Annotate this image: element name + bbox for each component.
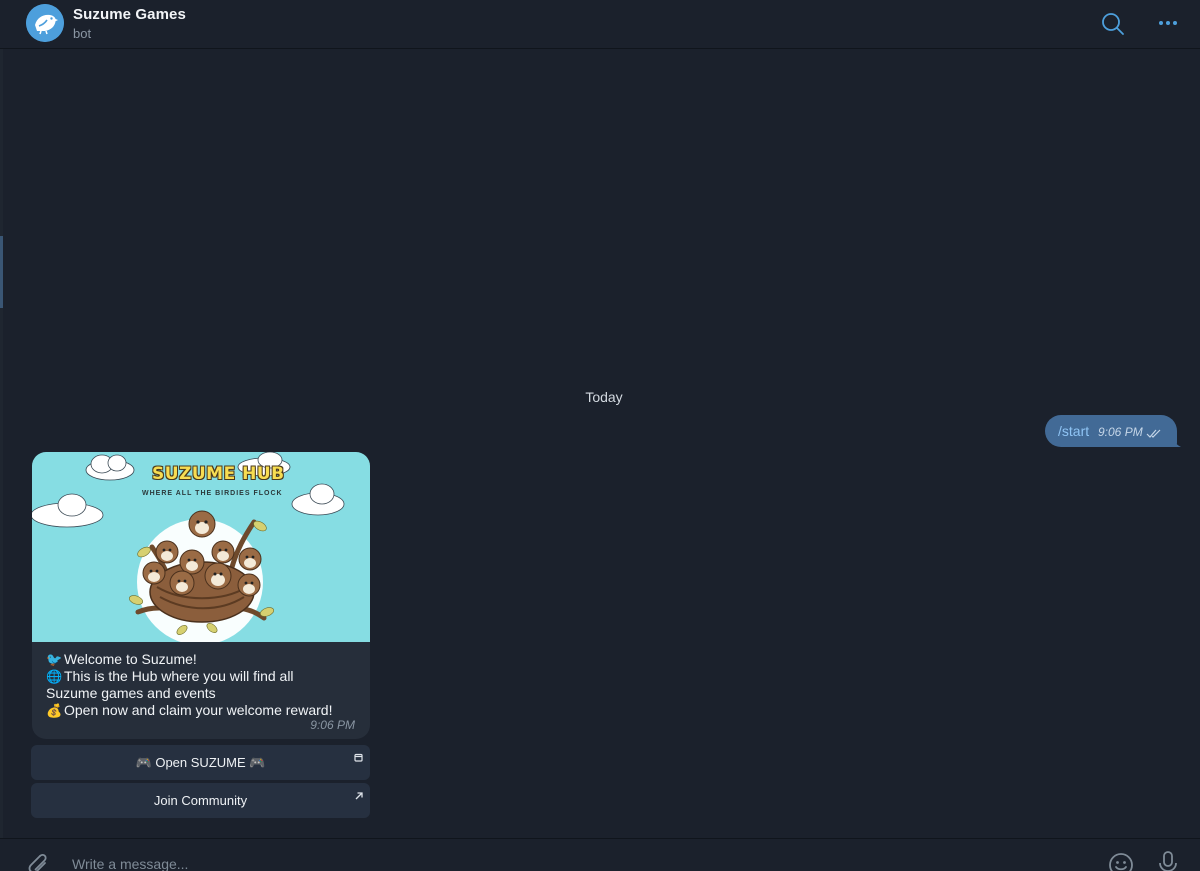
chat-header: Suzume Games bot [0, 0, 1200, 49]
money-bag-emoji-icon: 💰 [46, 703, 63, 718]
scroll-indicator[interactable] [0, 236, 3, 308]
web-app-icon [354, 750, 364, 768]
chat-title[interactable]: Suzume Games [73, 6, 186, 23]
banner-title: SUZUME HUB [152, 464, 285, 484]
message-time: 9:06 PM [310, 718, 355, 732]
button-label: 🎮 Open SUZUME 🎮 [135, 755, 266, 770]
bird-logo-icon[interactable] [26, 4, 64, 42]
globe-emoji-icon: 🌐 [46, 669, 63, 684]
open-suzume-button[interactable]: 🎮 Open SUZUME 🎮 [31, 745, 370, 780]
paperclip-icon[interactable] [22, 849, 50, 871]
welcome-banner-image[interactable]: SUZUME HUB WHERE ALL THE BIRDIES FLOCK [32, 452, 370, 645]
chat-subtitle: bot [73, 26, 92, 41]
left-edge-strip [0, 0, 3, 871]
message-line: 🌐 This is the Hub where you will find all [46, 668, 294, 684]
message-line: 🐦 Welcome to Suzume! [46, 651, 197, 667]
smiley-icon[interactable] [1107, 851, 1135, 871]
join-community-button[interactable]: Join Community [31, 783, 370, 818]
message-input[interactable] [72, 853, 1052, 871]
more-dots-icon[interactable] [1153, 9, 1183, 39]
banner-subtitle: WHERE ALL THE BIRDIES FLOCK [142, 490, 283, 497]
message-line: Suzume games and events [46, 685, 216, 701]
double-check-icon [1146, 426, 1162, 444]
microphone-icon[interactable] [1156, 850, 1180, 871]
message-composer [0, 838, 1200, 871]
bird-emoji-icon: 🐦 [46, 652, 63, 667]
message-text: 🐦 Welcome to Suzume! 🌐 This is the Hub whe… [46, 651, 366, 719]
external-link-icon [354, 788, 364, 806]
bubble-tail [1168, 430, 1181, 447]
incoming-message[interactable]: SUZUME HUB WHERE ALL THE BIRDIES FLOCK 🐦… [32, 452, 370, 739]
telegram-chat-window: Suzume Games bot Today /start 9:06 PM SU… [0, 0, 1200, 871]
date-separator: Today [585, 389, 623, 405]
button-label: Join Community [153, 793, 248, 808]
search-icon[interactable] [1098, 9, 1128, 39]
message-time: 9:06 PM [1098, 425, 1143, 439]
command-link[interactable]: /start [1058, 423, 1089, 439]
message-line: 💰 Open now and claim your welcome reward! [46, 702, 333, 718]
outgoing-message[interactable]: /start 9:06 PM [1045, 415, 1177, 447]
